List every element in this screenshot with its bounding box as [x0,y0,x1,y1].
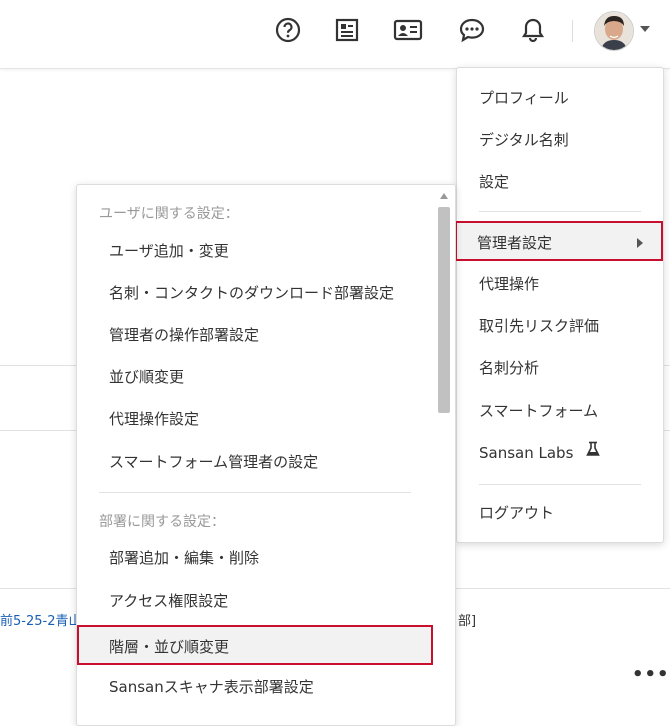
submenu-scrollbar[interactable] [435,185,453,725]
dept-settings-section-header: 部署に関する設定： [99,514,225,530]
submenu-item-smart-form-admin[interactable]: スマートフォーム管理者の設定 [77,442,433,482]
help-icon[interactable] [272,14,304,46]
menu-item-logout[interactable]: ログアウト [457,493,663,533]
admin-settings-label: 管理者設定 [477,234,553,252]
user-settings-section-header: ユーザに関する設定： [99,206,239,222]
scroll-up-arrow-icon[interactable] [440,193,448,199]
submenu-item-hierarchy-order[interactable]: 階層・並び順変更 [77,625,433,665]
submenu-item-sort-order[interactable]: 並び順変更 [77,357,433,397]
contact-card-icon[interactable] [392,14,424,46]
menu-divider [479,211,641,212]
more-options-icon[interactable]: ••• [632,664,670,685]
menu-item-card-analysis[interactable]: 名刺分析 [457,348,663,388]
bell-icon[interactable] [517,14,549,46]
submenu-item-scanner-dept[interactable]: Sansanスキャナ表示部署設定 [77,667,433,707]
chat-icon[interactable] [456,14,488,46]
user-avatar[interactable] [594,11,634,51]
submenu-item-add-user[interactable]: ユーザ追加・変更 [77,231,433,271]
menu-item-proxy-operation[interactable]: 代理操作 [457,264,663,304]
submenu-item-download-dept-settings[interactable]: 名刺・コンタクトのダウンロード部署設定 [77,273,433,313]
flask-icon [586,432,600,472]
submenu-divider [99,492,411,493]
submenu-item-access-rights[interactable]: アクセス権限設定 [77,581,433,621]
menu-item-profile[interactable]: プロフィール [457,78,663,118]
menu-divider [479,484,641,485]
submenu-item-admin-dept-settings[interactable]: 管理者の操作部署設定 [77,315,433,355]
admin-settings-submenu: ユーザに関する設定： ユーザ追加・変更 名刺・コンタクトのダウンロード部署設定 … [76,184,456,726]
submenu-item-proxy-settings[interactable]: 代理操作設定 [77,399,433,439]
menu-item-smart-form[interactable]: スマートフォーム [457,391,663,431]
submenu-item-dept-edit[interactable]: 部署追加・編集・削除 [77,538,433,578]
menu-item-risk-assessment[interactable]: 取引先リスク評価 [457,306,663,346]
card-list-icon[interactable] [331,14,363,46]
avatar-dropdown-caret-icon[interactable] [640,26,650,32]
menu-item-admin-settings[interactable]: 管理者設定 [455,221,663,261]
menu-item-digital-card[interactable]: デジタル名刺 [457,120,663,160]
scrollbar-thumb[interactable] [438,207,450,413]
address-link-fragment[interactable]: 前5-25-2青山 [0,610,81,629]
header-divider [572,20,573,42]
user-dropdown-menu: プロフィール デジタル名刺 設定 管理者設定 代理操作 取引先リスク評価 名刺分… [455,67,664,543]
top-header [0,0,670,69]
menu-item-settings[interactable]: 設定 [457,162,663,202]
sansan-labs-label: Sansan Labs [479,444,574,462]
submenu-arrow-icon [637,238,643,248]
menu-item-sansan-labs[interactable]: Sansan Labs [457,433,663,473]
department-fragment: 部] [458,614,477,629]
